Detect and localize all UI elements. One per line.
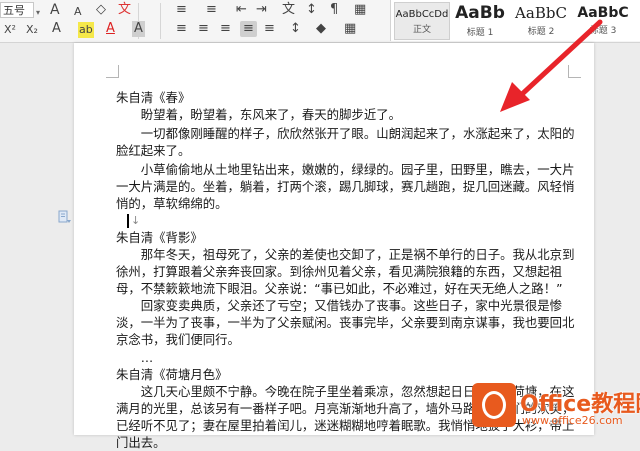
watermark-url: www.office26.com: [522, 414, 623, 427]
site-watermark: Office教程网 www.office26.com: [470, 380, 640, 435]
office-logo-icon: [472, 383, 516, 427]
annotation-arrow-icon: [500, 19, 603, 112]
